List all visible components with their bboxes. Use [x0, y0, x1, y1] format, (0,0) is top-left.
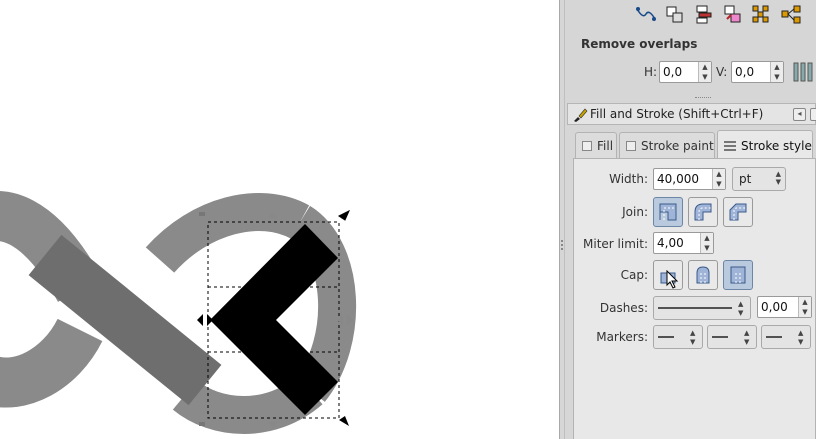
- join-miter-icon: [659, 203, 677, 221]
- dash-pattern-selector[interactable]: ▲ ▼: [653, 296, 751, 320]
- svg-text:▲: ▲: [690, 329, 696, 337]
- v-value: 0,0: [735, 65, 755, 79]
- miter-limit-spinbox[interactable]: 4,00 ▲ ▼: [653, 232, 714, 254]
- dock-title: Fill and Stroke (Shift+Ctrl+F): [590, 107, 764, 121]
- width-value: 40,000: [657, 172, 699, 186]
- corner-handle-top-left: [199, 212, 205, 216]
- scale-handle-left: [197, 314, 213, 326]
- cap-square-button[interactable]: [723, 260, 753, 290]
- miter-limit-value: 4,00: [657, 236, 684, 250]
- scale-handle-top-right: [338, 209, 351, 221]
- spin-arrows-icon[interactable]: ▲ ▼: [798, 297, 811, 317]
- arrange-icon[interactable]: [691, 2, 717, 26]
- fill-stroke-dock-header[interactable]: Fill and Stroke (Shift+Ctrl+F) ◂: [567, 103, 816, 125]
- corner-handle-bottom-left: [199, 422, 205, 426]
- svg-text:▼: ▼: [690, 338, 696, 346]
- start-marker-preview: ▲▼: [658, 329, 696, 346]
- h-spinbox[interactable]: 0,0 ▲ ▼: [659, 61, 712, 83]
- spin-arrows-icon[interactable]: ▲ ▼: [700, 233, 713, 253]
- remove-overlaps-title: Remove overlaps: [581, 37, 698, 51]
- stroke-style-icon: [724, 140, 736, 151]
- v-label: V:: [716, 65, 728, 79]
- align-icon[interactable]: [662, 2, 688, 26]
- join-round-icon: [694, 203, 712, 221]
- remove-overlaps-row: H: 0,0 ▲ ▼ V: 0,0 ▲ ▼: [565, 60, 816, 84]
- dock-separator[interactable]: [695, 97, 711, 101]
- scale-handle-bottom-right: [339, 416, 349, 426]
- markers-label: Markers:: [596, 330, 648, 344]
- spin-arrows-icon[interactable]: ▲ ▼: [698, 62, 711, 82]
- tab-stroke-style[interactable]: Stroke style: [717, 130, 813, 160]
- join-bevel-icon: [729, 203, 747, 221]
- paintbrush-icon: [574, 108, 588, 122]
- tab-fill[interactable]: Fill: [575, 132, 617, 158]
- join-bevel-button[interactable]: [723, 197, 753, 227]
- svg-text:▲: ▲: [744, 329, 750, 337]
- drawing-canvas[interactable]: [0, 0, 559, 439]
- unit-selector[interactable]: pt ▲ ▼: [732, 167, 786, 191]
- spin-arrows-icon[interactable]: ▲ ▼: [712, 169, 725, 189]
- dashes-label: Dashes:: [599, 301, 648, 315]
- mid-marker-preview: ▲▼: [712, 329, 750, 346]
- unit-value: pt: [739, 172, 752, 186]
- fill-stroke-tabs: Fill Stroke paint Stroke style: [573, 130, 816, 160]
- stroke-paint-swatch-icon: [626, 140, 636, 151]
- join-miter-button[interactable]: [653, 197, 683, 227]
- exchange-icon[interactable]: [720, 2, 746, 26]
- end-marker-selector[interactable]: ▲ ▼: [761, 325, 811, 349]
- cap-label: Cap:: [620, 268, 648, 282]
- dropdown-arrows-icon: ▲ ▼: [775, 170, 781, 186]
- fill-swatch-icon: [582, 140, 592, 151]
- start-marker-selector[interactable]: ▲ ▼: [653, 325, 703, 349]
- svg-text:▼: ▼: [798, 338, 804, 346]
- grid-icon[interactable]: [749, 2, 775, 26]
- svg-text:▼: ▼: [738, 309, 744, 317]
- dock-iconify-icon[interactable]: ◂: [793, 108, 806, 121]
- tab-label: Fill: [597, 138, 614, 153]
- svg-text:▼: ▼: [744, 338, 750, 346]
- cap-square-icon: [730, 266, 746, 284]
- end-marker-preview: ▲▼: [766, 329, 804, 346]
- svg-text:▲: ▲: [738, 300, 744, 308]
- join-round-button[interactable]: [688, 197, 718, 227]
- width-spinbox[interactable]: 40,000 ▲ ▼: [653, 168, 726, 190]
- mid-marker-selector[interactable]: ▲ ▼: [707, 325, 757, 349]
- dock-panel: Remove overlaps H: 0,0 ▲ ▼ V: 0,0 ▲ ▼ Fill…: [565, 0, 816, 439]
- cap-round-icon: [696, 266, 710, 284]
- arrange-toolbar: [633, 0, 804, 28]
- spin-arrows-icon[interactable]: ▲ ▼: [770, 62, 783, 82]
- dash-pattern-preview: ▲▼: [658, 300, 744, 317]
- connector-icon[interactable]: [778, 2, 804, 26]
- dock-close-icon[interactable]: [810, 108, 816, 121]
- width-label: Width:: [609, 172, 648, 186]
- h-value: 0,0: [663, 65, 683, 79]
- canvas-drawing: [0, 191, 357, 434]
- join-label: Join:: [622, 205, 648, 219]
- dash-offset-spinbox[interactable]: 0,00 ▲ ▼: [757, 296, 812, 318]
- svg-text:▲: ▲: [798, 329, 804, 337]
- tab-label: Stroke paint: [641, 138, 714, 153]
- h-label: H:: [644, 65, 658, 79]
- dash-offset-value: 0,00: [761, 300, 788, 314]
- miter-limit-label: Miter limit:: [583, 237, 648, 251]
- tab-label: Stroke style: [741, 138, 812, 153]
- distribute-icon[interactable]: [633, 2, 659, 26]
- v-spinbox[interactable]: 0,0 ▲ ▼: [731, 61, 784, 83]
- remove-overlaps-icon[interactable]: [791, 61, 816, 83]
- tab-stroke-paint[interactable]: Stroke paint: [619, 132, 715, 158]
- cap-round-button[interactable]: [688, 260, 718, 290]
- mouse-cursor-icon: [666, 270, 679, 289]
